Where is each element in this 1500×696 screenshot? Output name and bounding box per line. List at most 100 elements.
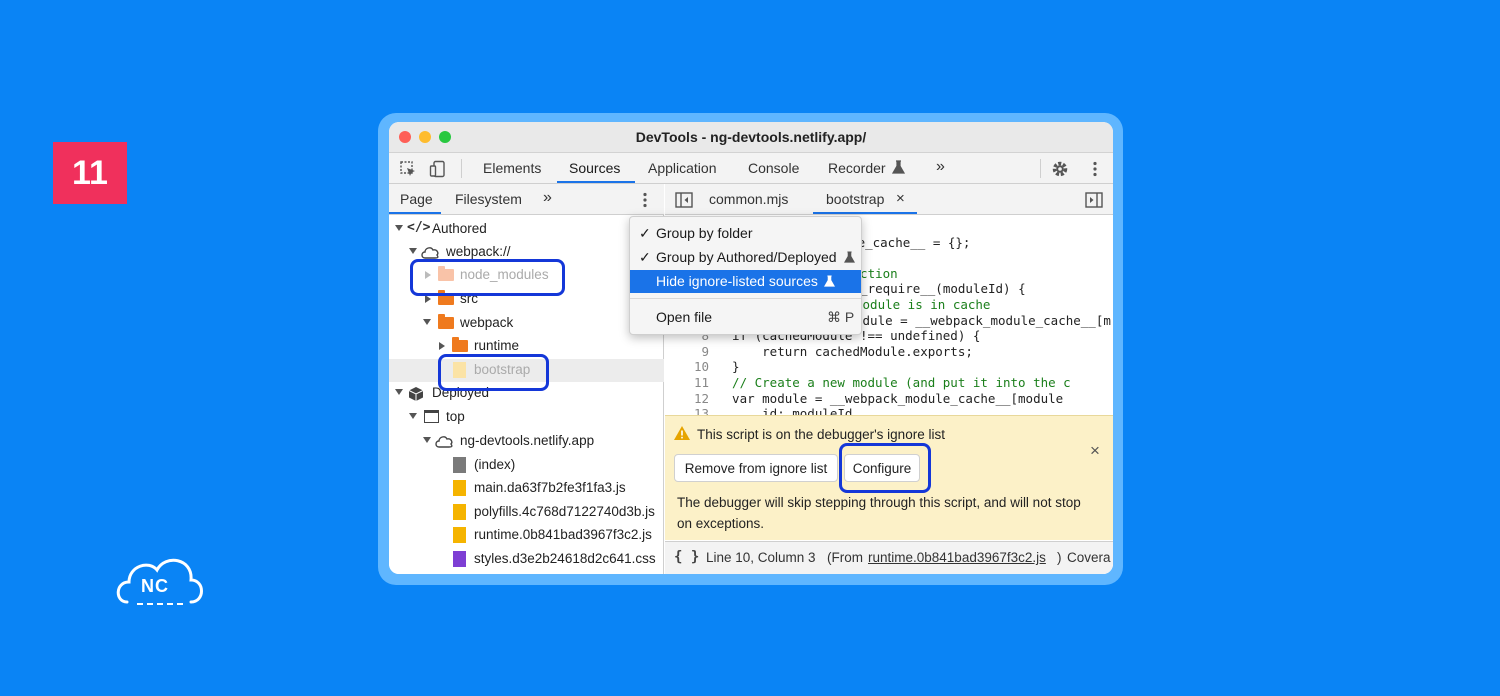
tab-elements[interactable]: Elements [483,160,541,176]
cursor-position: Line 10, Column 3 [706,550,816,565]
tree-item-label: runtime [474,338,520,353]
toggle-debugger-icon[interactable] [1085,192,1103,213]
tree-item-top[interactable]: top [389,406,664,429]
devtools-window: DevTools - ng-devtools.netlify.app/ Elem… [389,122,1113,574]
js-file-icon [453,527,466,543]
kebab-menu-icon[interactable] [1086,160,1104,178]
tab-console[interactable]: Console [748,160,799,176]
menu-item-label: Group by folder [656,225,753,241]
expanded-arrow-icon [409,248,417,254]
expanded-arrow-icon [423,437,431,443]
tree-item-label: ng-devtools.netlify.app [460,433,595,448]
menu-item-group-by-authored-deployed[interactable]: ✓ Group by Authored/Deployed [630,246,861,269]
tree-item-label: (index) [474,457,516,472]
tree-item-authored[interactable]: </> Authored [389,218,664,241]
menu-item-hide-ignore-listed[interactable]: Hide ignore-listed sources [630,270,861,293]
device-toolbar-icon[interactable] [429,160,447,178]
tree-item-label: webpack [460,315,514,330]
window-title: DevTools - ng-devtools.netlify.app/ [635,129,867,145]
active-tab-indicator [389,212,441,214]
toolbar-divider [461,159,462,178]
infobar-message: This script is on the debugger's ignore … [697,427,945,442]
editor-tabs: common.mjs bootstrap × [665,184,1113,215]
tree-item-polyfills-js[interactable]: polyfills.4c768d7122740d3b.js [389,501,664,524]
warning-icon [673,425,691,446]
css-file-icon [453,551,466,567]
document-file-icon [453,457,466,473]
more-navigator-tabs-button[interactable]: » [543,189,552,207]
js-file-icon [453,480,466,496]
folder-icon [452,337,468,352]
source-from-suffix: ) [1057,550,1062,565]
remove-from-ignore-list-button[interactable]: Remove from ignore list [674,454,838,482]
navigator-context-menu: ✓ Group by folder ✓ Group by Authored/De… [629,216,862,335]
settings-gear-icon[interactable] [1051,160,1069,178]
collapsed-arrow-icon [425,295,431,303]
menu-item-label: Open file [656,309,713,325]
tree-item-label: styles.d3e2b24618d2c641.css [474,551,656,566]
tab-recorder[interactable]: Recorder [828,160,886,176]
editor-tab-bootstrap[interactable]: bootstrap [826,191,884,207]
status-bar: { } Line 10, Column 3 (From runtime.0b84… [665,541,1113,574]
menu-separator [630,298,861,299]
flask-icon [823,275,836,291]
checkmark-icon: ✓ [639,225,651,241]
tab-sources[interactable]: Sources [569,160,620,176]
menu-shortcut: ⌘ P [827,309,855,325]
menu-item-open-file[interactable]: Open file ⌘ P [630,306,861,329]
checkmark-icon: ✓ [639,249,651,265]
flask-icon [843,251,856,267]
tree-item-label: runtime.0b841bad3967f3c2.js [474,527,652,542]
tree-item-label: polyfills.4c768d7122740d3b.js [474,504,655,519]
tree-item-index[interactable]: (index) [389,454,664,477]
source-from-prefix: (From [827,550,863,565]
source-map-link[interactable]: runtime.0b841bad3967f3c2.js [868,550,1046,565]
tree-item-runtime-js[interactable]: runtime.0b841bad3967f3c2.js [389,524,664,547]
menu-item-label: Group by Authored/Deployed [656,249,837,265]
frame-icon [424,410,439,423]
highlight-configure-button [839,443,931,493]
menu-item-label: Hide ignore-listed sources [656,273,818,289]
tree-item-label: main.da63f7b2fe3f1fa3.js [474,480,626,495]
tab-filesystem[interactable]: Filesystem [455,191,522,207]
editor-tab-common-mjs[interactable]: common.mjs [709,191,788,207]
pretty-print-icon[interactable]: { } [674,549,699,565]
navigator-menu-icon[interactable] [636,191,654,209]
collapsed-arrow-icon [439,342,445,350]
code-brackets-icon: </> [407,220,431,235]
js-file-icon [453,504,466,520]
tab-application[interactable]: Application [648,160,717,176]
more-tabs-button[interactable]: » [936,158,945,176]
toggle-navigator-icon[interactable] [675,192,693,213]
cloud-icon [434,435,454,452]
tree-item-label: Authored [432,221,487,236]
main-toolbar: Elements Sources Application Console Rec… [389,153,1113,184]
expanded-arrow-icon [395,389,403,395]
active-tab-indicator [557,181,635,183]
infobar-details: The debugger will skip stepping through … [677,495,1081,531]
tree-item-label: webpack:// [446,244,511,259]
package-box-icon [408,386,424,404]
coverage-label: Covera [1067,550,1111,565]
expanded-arrow-icon [409,413,417,419]
tree-item-webpack[interactable]: webpack [389,312,664,335]
active-tab-indicator [813,212,917,214]
close-tab-icon[interactable]: × [896,190,905,207]
menu-item-group-by-folder[interactable]: ✓ Group by folder [630,222,861,245]
title-bar: DevTools - ng-devtools.netlify.app/ [389,122,1113,153]
highlight-node-modules [410,259,565,296]
tab-page[interactable]: Page [400,191,433,207]
tree-item-label: top [446,409,465,424]
navigator-tabs: Page Filesystem » [389,184,664,215]
close-infobar-icon[interactable]: × [1090,441,1100,461]
tree-item-styles-css[interactable]: styles.d3e2b24618d2c641.css [389,548,664,571]
expanded-arrow-icon [395,225,403,231]
tree-item-domain[interactable]: ng-devtools.netlify.app [389,430,664,453]
flask-icon [891,160,906,180]
inspect-element-icon[interactable] [399,160,417,178]
highlight-bootstrap [438,354,549,391]
nc-cloud-logo: NC [113,552,205,610]
expanded-arrow-icon [423,319,431,325]
folder-icon [438,314,454,329]
tree-item-main-js[interactable]: main.da63f7b2fe3f1fa3.js [389,477,664,500]
